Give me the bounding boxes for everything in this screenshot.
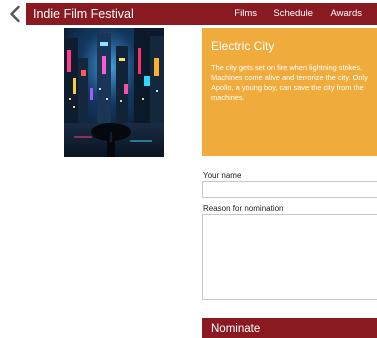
poster-image <box>64 28 164 157</box>
back-button[interactable] <box>6 3 24 25</box>
film-nomination-page: Indie Film Festival Films Schedule Award… <box>0 0 377 338</box>
film-description: The city gets set on fire when lightning… <box>211 63 368 102</box>
name-input[interactable] <box>202 181 377 198</box>
film-title: Electric City <box>211 39 275 53</box>
nominate-button[interactable]: Nominate <box>202 318 377 338</box>
film-poster <box>64 28 164 157</box>
name-label: Your name <box>203 171 242 180</box>
nav-awards[interactable]: Awards <box>330 3 362 25</box>
reason-label: Reason for nomination <box>203 204 284 213</box>
app-header: Indie Film Festival Films Schedule Award… <box>26 3 377 25</box>
reason-input[interactable] <box>202 214 377 300</box>
nav-films[interactable]: Films <box>234 3 257 25</box>
chevron-left-icon <box>10 5 20 23</box>
app-title: Indie Film Festival <box>33 7 134 21</box>
film-info-panel: Electric City The city gets set on fire … <box>202 28 377 156</box>
nav-schedule[interactable]: Schedule <box>273 3 313 25</box>
